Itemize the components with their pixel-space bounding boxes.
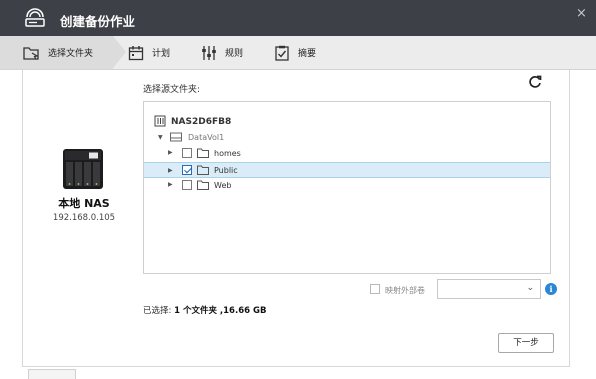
folder-checkbox[interactable] [182,148,192,158]
folder-tree: NAS2D6FB8 ▼ DataVol1 ▶ homes ▶ Public ▶ … [143,101,551,274]
tree-row-server[interactable]: NAS2D6FB8 [144,114,550,129]
source-folder-label: 选择源文件夹: [143,85,201,95]
calendar-icon [126,43,146,63]
step-schedule[interactable]: 计划 [126,36,170,69]
partial-tab [28,369,76,379]
step-rules[interactable]: 规则 [199,36,243,69]
wizard-step-bar: 选择文件夹 计划 规则 摘要 [0,36,596,70]
server-name: NAS2D6FB8 [171,116,232,127]
step-label: 计划 [152,49,171,59]
tree-row-folder[interactable]: ▶ homes [144,146,550,161]
volume-name: DataVol1 [188,133,225,142]
nas-device-icon [63,149,103,189]
chevron-down-icon: ⌄ [526,283,534,293]
window-title: 创建备份作业 [60,14,136,29]
clipboard-icon [272,43,292,63]
step-label: 摘要 [298,49,317,59]
selection-summary: 已选择: 1 个文件夹 ,16.66 GB [143,304,266,316]
folder-name: Public [214,165,238,175]
expand-right-icon[interactable]: ▶ [168,181,173,188]
close-icon[interactable]: × [576,7,587,20]
selection-summary-prefix: 已选择: [143,306,175,316]
map-external-volume-label: 映射外部卷 [385,286,425,295]
nas-name: 本地 NAS [58,197,110,210]
folder-name: homes [214,149,241,158]
folder-checkbox-checked[interactable] [182,165,192,175]
nas-ip-address: 192.168.0.105 [52,213,116,223]
tree-row-folder[interactable]: ▶ Web [144,178,550,193]
map-external-volume-checkbox[interactable] [370,284,380,294]
step-select-folder[interactable]: 选择文件夹 [0,36,126,69]
backup-job-icon [25,8,45,27]
tree-row-volume[interactable]: ▼ DataVol1 [144,130,550,145]
folder-checkbox[interactable] [182,180,192,190]
step-label: 规则 [225,49,244,59]
bottom-edge [22,366,570,379]
tree-row-folder-selected[interactable]: ▶ Public [144,162,550,178]
sliders-icon [199,43,219,63]
expand-right-icon[interactable]: ▶ [168,167,173,174]
server-icon [154,115,166,127]
folder-name: Web [214,181,232,190]
refresh-icon[interactable] [528,75,542,89]
external-volume-select[interactable]: ⌄ [437,279,541,299]
selection-summary-value: 1 个文件夹 ,16.66 GB [174,306,267,316]
folder-select-icon [22,43,42,63]
expand-right-icon[interactable]: ▶ [168,149,173,156]
next-button[interactable]: 下一步 [498,333,554,353]
info-icon[interactable]: i [545,283,557,295]
expand-down-icon[interactable]: ▼ [158,134,163,141]
volume-icon [170,132,182,142]
folder-icon [197,165,209,175]
folder-icon [197,148,209,158]
title-bar: 创建备份作业 × [0,0,596,36]
step-label: 选择文件夹 [48,49,94,59]
folder-icon [197,180,209,190]
step-summary[interactable]: 摘要 [272,36,316,69]
